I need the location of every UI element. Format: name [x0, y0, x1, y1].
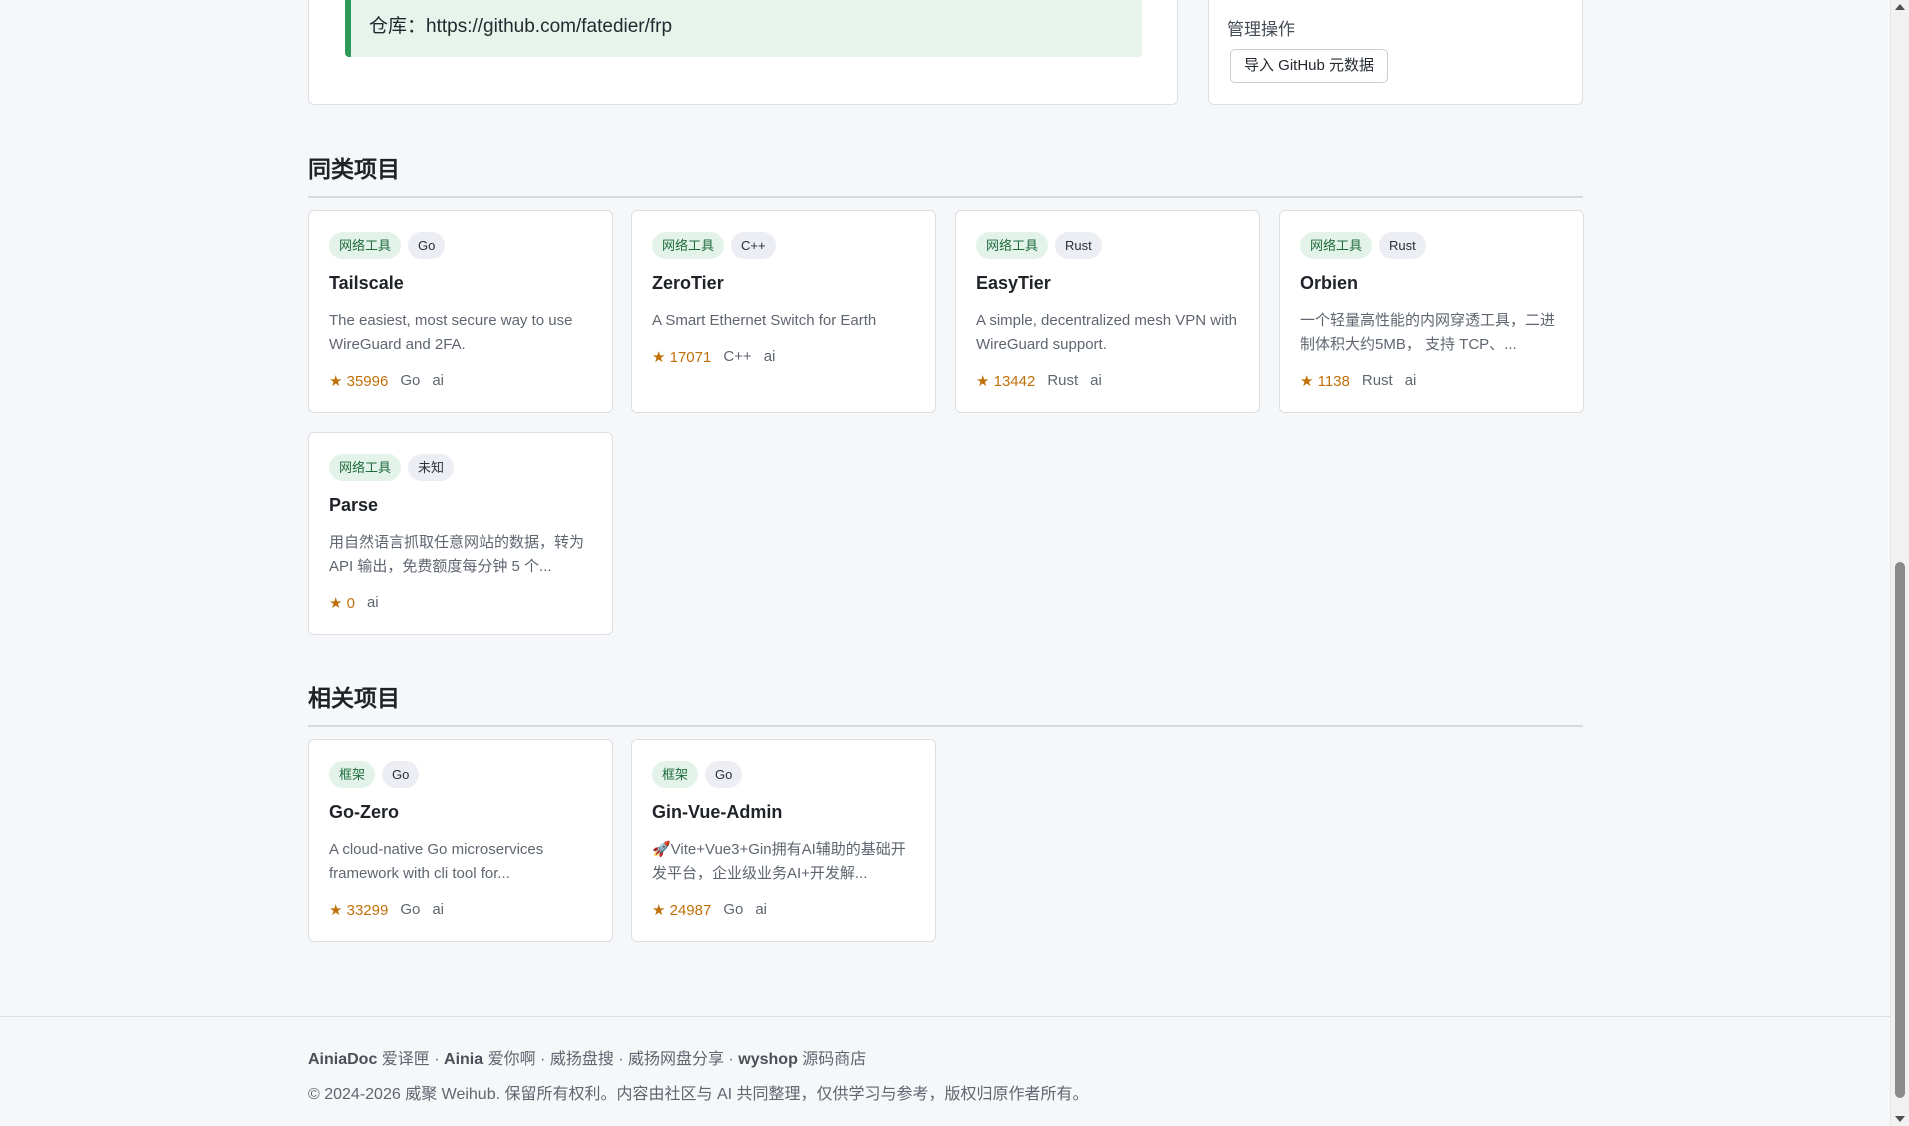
category-tag[interactable]: 网络工具 [329, 232, 402, 259]
footer-separator: · [613, 1051, 629, 1068]
star-count: ★ 33299 [329, 902, 389, 919]
project-meta: ★ 33299 Go ai [329, 901, 444, 919]
project-extra-tag: ai [366, 594, 379, 611]
project-description: 🚀Vite+Vue3+Gin拥有AI辅助的基础开发平台，企业级业务AI+开发解.… [652, 841, 906, 882]
footer-link-pan-share[interactable]: 威扬网盘分享 [628, 1051, 724, 1068]
project-meta: ★ 35996 Go ai [329, 372, 444, 390]
project-language: Rust [1361, 372, 1393, 389]
project-language: Rust [1047, 372, 1079, 389]
footer-copyright: © 2024-2026 威聚 Weihub. 保留所有权利。内容由社区与 AI … [308, 1086, 1089, 1103]
repo-card: 仓库：https://github.com/fatedier/frp [308, 0, 1178, 105]
project-title[interactable]: Tailscale [329, 273, 404, 294]
similar-projects-heading: 同类项目 [308, 150, 1583, 198]
footer-separator: · [535, 1051, 550, 1068]
category-tag[interactable]: 框架 [329, 761, 376, 788]
language-tag[interactable]: Go [408, 232, 446, 259]
language-tag[interactable]: Go [382, 761, 420, 788]
repo-info-box: 仓库：https://github.com/fatedier/frp [345, 0, 1142, 57]
star-count: ★ 1138 [1300, 373, 1350, 390]
project-card-gin-vue-admin[interactable]: 框架 Go Gin-Vue-Admin 🚀Vite+Vue3+Gin拥有AI辅助… [631, 739, 936, 942]
star-count: ★ 13442 [976, 373, 1036, 390]
project-description: The easiest, most secure way to use Wire… [329, 312, 573, 353]
project-title[interactable]: Parse [329, 495, 378, 516]
project-card-zerotier[interactable]: 网络工具 C++ ZeroTier A Smart Ethernet Switc… [631, 210, 936, 413]
vertical-scrollbar[interactable] [1890, 0, 1909, 1126]
category-tag[interactable]: 框架 [652, 761, 699, 788]
project-title[interactable]: Go-Zero [329, 802, 399, 823]
project-description: A simple, decentralized mesh VPN with Wi… [976, 312, 1237, 353]
project-extra-tag: ai [1404, 372, 1417, 389]
category-tag[interactable]: 网络工具 [652, 232, 725, 259]
project-extra-tag: ai [432, 372, 445, 389]
footer-separator: · [724, 1051, 739, 1068]
project-language: C++ [723, 348, 752, 365]
project-title[interactable]: Gin-Vue-Admin [652, 802, 782, 823]
project-description: 一个轻量高性能的内网穿透工具，二进制体积大约5MB， 支持 TCP、... [1300, 312, 1556, 353]
language-tag[interactable]: Rust [1379, 232, 1426, 259]
scroll-down-arrow-icon[interactable] [1895, 1116, 1905, 1122]
project-title[interactable]: Orbien [1300, 273, 1358, 294]
project-card-easytier[interactable]: 网络工具 Rust EasyTier A simple, decentraliz… [955, 210, 1260, 413]
star-count: ★ 17071 [652, 349, 712, 366]
project-language: Go [723, 901, 744, 918]
category-tag[interactable]: 网络工具 [1300, 232, 1373, 259]
project-description: A Smart Ethernet Switch for Earth [652, 312, 877, 329]
project-card-go-zero[interactable]: 框架 Go Go-Zero A cloud-native Go microser… [308, 739, 613, 942]
repo-url-text[interactable]: 仓库：https://github.com/fatedier/frp [369, 11, 672, 38]
project-extra-tag: ai [1090, 372, 1102, 389]
project-meta: ★ 17071 C++ ai [652, 348, 775, 366]
project-extra-tag: ai [763, 348, 776, 365]
footer-link-wyshop[interactable]: wyshop 源码商店 [738, 1051, 866, 1068]
footer-link-pansou[interactable]: 威扬盘搜 [550, 1051, 614, 1068]
admin-title: 管理操作 [1227, 20, 1295, 39]
project-description: 用自然语言抓取任意网站的数据，转为 API 输出，免费额度每分钟 5 个... [329, 534, 585, 575]
footer-separator: · [429, 1051, 445, 1068]
project-meta: ★ 13442 Rust ai [976, 372, 1102, 390]
project-description: A cloud-native Go microservices framewor… [329, 841, 544, 882]
project-title[interactable]: EasyTier [976, 273, 1051, 294]
category-tag[interactable]: 网络工具 [329, 454, 402, 481]
language-tag[interactable]: Go [705, 761, 743, 788]
scroll-up-arrow-icon[interactable] [1895, 4, 1905, 10]
star-count: ★ 24987 [652, 902, 712, 919]
project-meta: ★ 24987 Go ai [652, 901, 767, 919]
language-tag[interactable]: Rust [1055, 232, 1102, 259]
project-extra-tag: ai [755, 901, 768, 918]
page: 仓库：https://github.com/fatedier/frp 管理操作 … [0, 0, 1890, 1126]
project-language: Go [400, 372, 421, 389]
project-meta: ★ 1138 Rust ai [1300, 372, 1416, 390]
footer-link-ainia[interactable]: Ainia 爱你啊 [444, 1051, 536, 1068]
project-meta: ★ 0 ai [329, 594, 379, 612]
import-github-metadata-button[interactable]: 导入 GitHub 元数据 [1230, 49, 1389, 83]
admin-card: 管理操作 导入 GitHub 元数据 [1208, 0, 1583, 105]
star-count: ★ 35996 [329, 373, 389, 390]
project-card-orbien[interactable]: 网络工具 Rust Orbien 一个轻量高性能的内网穿透工具，二进制体积大约5… [1279, 210, 1584, 413]
footer-links: AiniaDoc 爱译匣 · Ainia 爱你啊 · 威扬盘搜 · 威扬网盘分享… [308, 1045, 866, 1069]
project-extra-tag: ai [432, 901, 445, 918]
project-title[interactable]: ZeroTier [652, 273, 724, 294]
project-language: Go [400, 901, 421, 918]
footer-link-ainiadoc[interactable]: AiniaDoc 爱译匣 [308, 1051, 430, 1068]
project-card-parse[interactable]: 网络工具 未知 Parse 用自然语言抓取任意网站的数据，转为 API 输出，免… [308, 432, 613, 635]
footer: AiniaDoc 爱译匣 · Ainia 爱你啊 · 威扬盘搜 · 威扬网盘分享… [0, 1016, 1890, 1126]
language-tag[interactable]: 未知 [408, 454, 455, 481]
project-card-tailscale[interactable]: 网络工具 Go Tailscale The easiest, most secu… [308, 210, 613, 413]
star-count: ★ 0 [329, 595, 355, 612]
scrollbar-thumb[interactable] [1895, 562, 1905, 1098]
related-projects-heading: 相关项目 [308, 679, 1583, 727]
category-tag[interactable]: 网络工具 [976, 232, 1049, 259]
language-tag[interactable]: C++ [731, 232, 776, 259]
